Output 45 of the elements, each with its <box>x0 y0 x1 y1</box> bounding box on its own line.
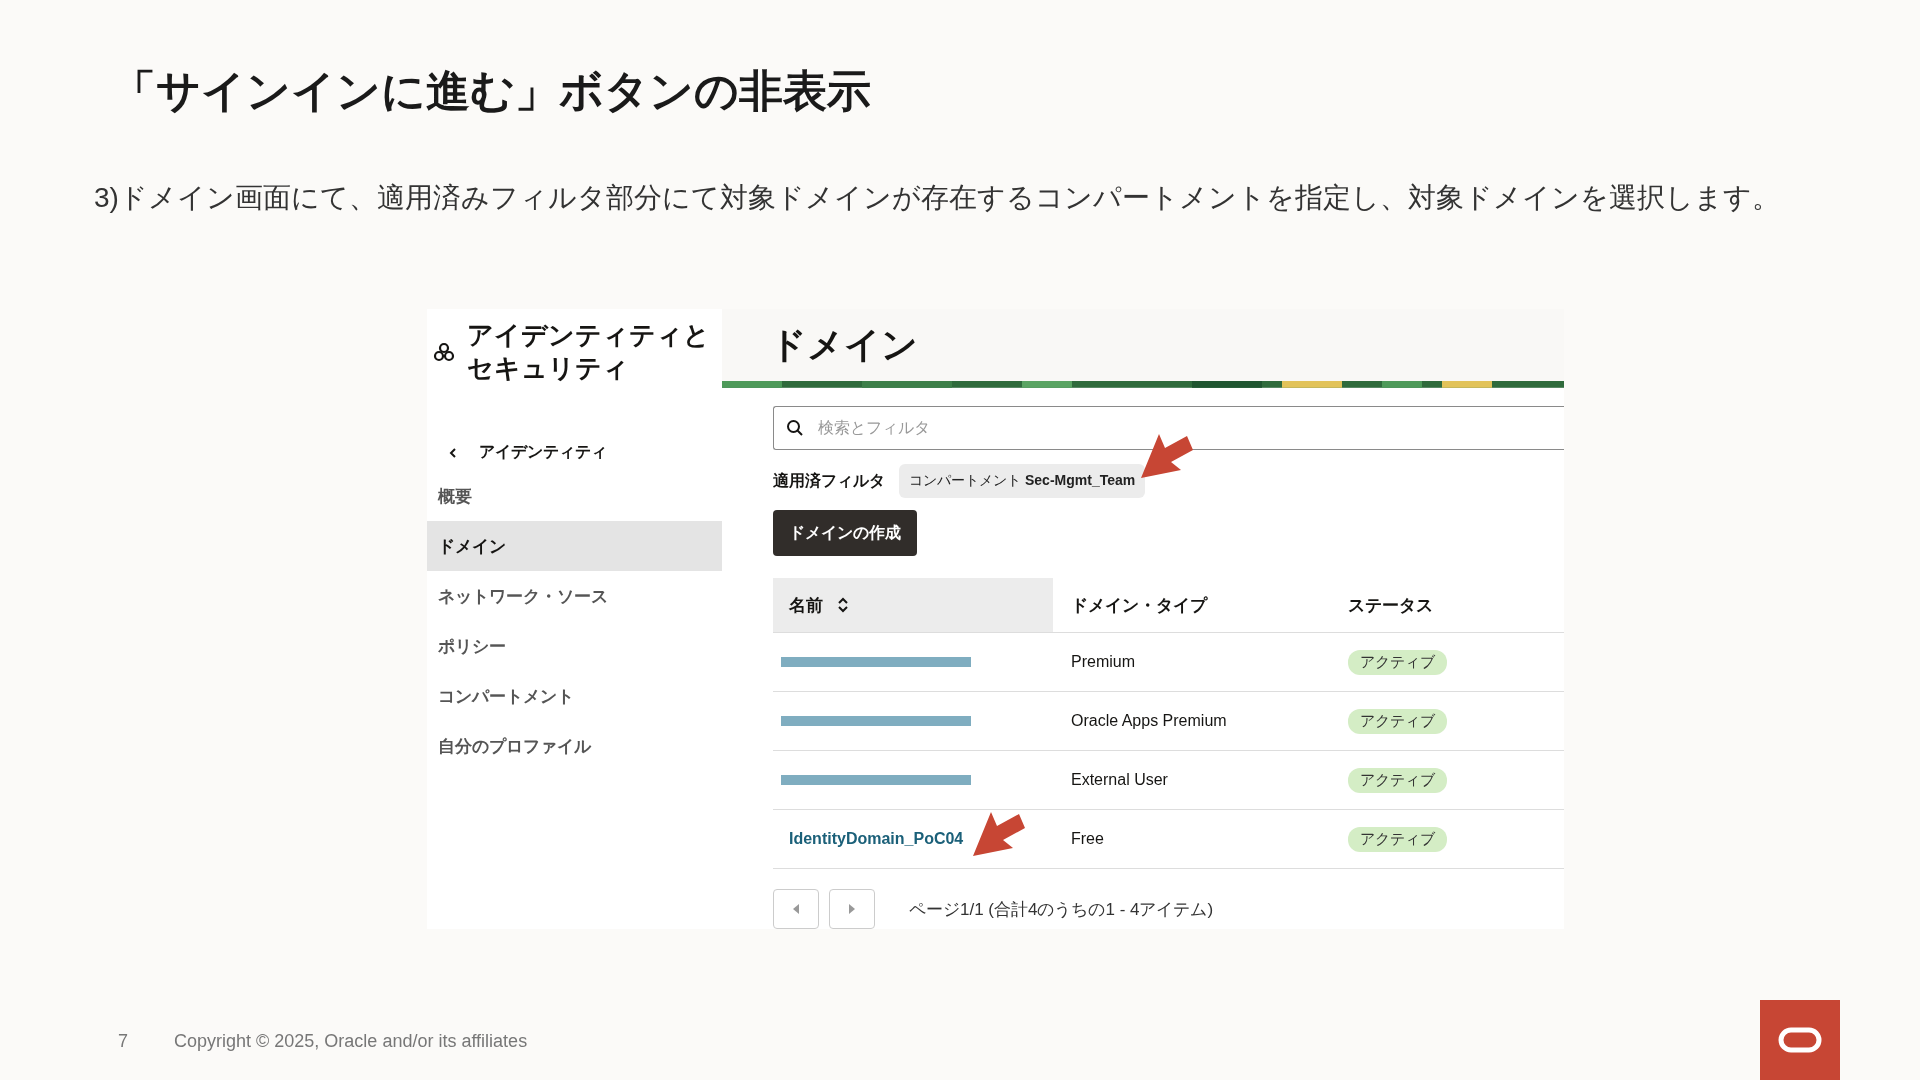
create-domain-button[interactable]: ドメインの作成 <box>773 510 917 556</box>
filter-chip[interactable]: コンパートメント Sec-Mgmt_Team <box>899 464 1146 498</box>
slide-title: 「サインインに進む」ボタンの非表示 <box>112 65 872 117</box>
triangle-right-icon <box>849 904 855 914</box>
page-number: 7 <box>118 1031 128 1052</box>
sidebar-item[interactable]: 自分のプロファイル <box>427 721 722 771</box>
sidebar-item[interactable]: 概要 <box>427 471 722 521</box>
cubes-icon <box>433 341 455 362</box>
status-badge: アクティブ <box>1348 708 1447 734</box>
status-badge: アクティブ <box>1348 767 1447 793</box>
sort-icon <box>837 597 849 613</box>
back-link[interactable]: アイデンティティ <box>449 442 722 463</box>
table-cell-text: Premium <box>1070 653 1136 671</box>
column-header[interactable]: ステータス <box>1330 578 1560 632</box>
pagination-text: ページ1/1 (合計4のうちの1 - 4アイテム) <box>909 898 1214 921</box>
table-cell-text: Oracle Apps Premium <box>1070 712 1228 730</box>
chip-name: コンパートメント <box>909 472 1021 490</box>
page-heading: ドメイン <box>770 322 918 367</box>
sidebar-title: アイデンティティとセキュリティ <box>467 319 711 384</box>
sidebar-item[interactable]: ネットワーク・ソース <box>427 571 722 621</box>
status-badge: アクティブ <box>1348 826 1447 852</box>
sidebar-item[interactable]: コンパートメント <box>427 671 722 721</box>
table-row[interactable]: External User アクティブ <box>773 751 1564 810</box>
next-page-button[interactable] <box>829 889 875 929</box>
chevron-left-icon <box>449 446 457 459</box>
table-row[interactable]: Oracle Apps Premium アクティブ <box>773 692 1564 751</box>
table-cell-text: Free <box>1070 830 1105 848</box>
chip-value: Sec-Mgmt_Team <box>1025 472 1136 490</box>
instruction-text: 3)ドメイン画面にて、適用済みフィルタ部分にて対象ドメインが存在するコンパートメントを指定し、対象ドメインを選択します。 <box>94 181 1781 215</box>
ring-logo-icon <box>1778 1027 1822 1053</box>
sidebar-item[interactable]: ポリシー <box>427 621 722 671</box>
sidebar-item[interactable]: ドメイン <box>427 521 722 571</box>
filter-label: 適用済フィルタ <box>773 470 885 491</box>
search-field[interactable]: 検索とフィルタ <box>773 406 1564 450</box>
search-icon <box>786 419 804 437</box>
column-header[interactable]: 名前 <box>773 578 1053 632</box>
status-badge: アクティブ <box>1348 649 1447 675</box>
domain-link[interactable]: IdentityDomain_PoC04 <box>773 830 964 848</box>
table-row[interactable]: IdentityDomain_PoC04 Free アクティブ <box>773 810 1564 869</box>
table-cell-text: External User <box>1070 771 1169 789</box>
triangle-left-icon <box>793 904 799 914</box>
column-header[interactable]: ドメイン・タイプ <box>1053 578 1330 632</box>
copyright-text: Copyright © 2025, Oracle and/or its affiliates <box>174 1031 528 1052</box>
table-row[interactable]: Premium アクティブ <box>773 633 1564 692</box>
previous-page-button[interactable] <box>773 889 819 929</box>
